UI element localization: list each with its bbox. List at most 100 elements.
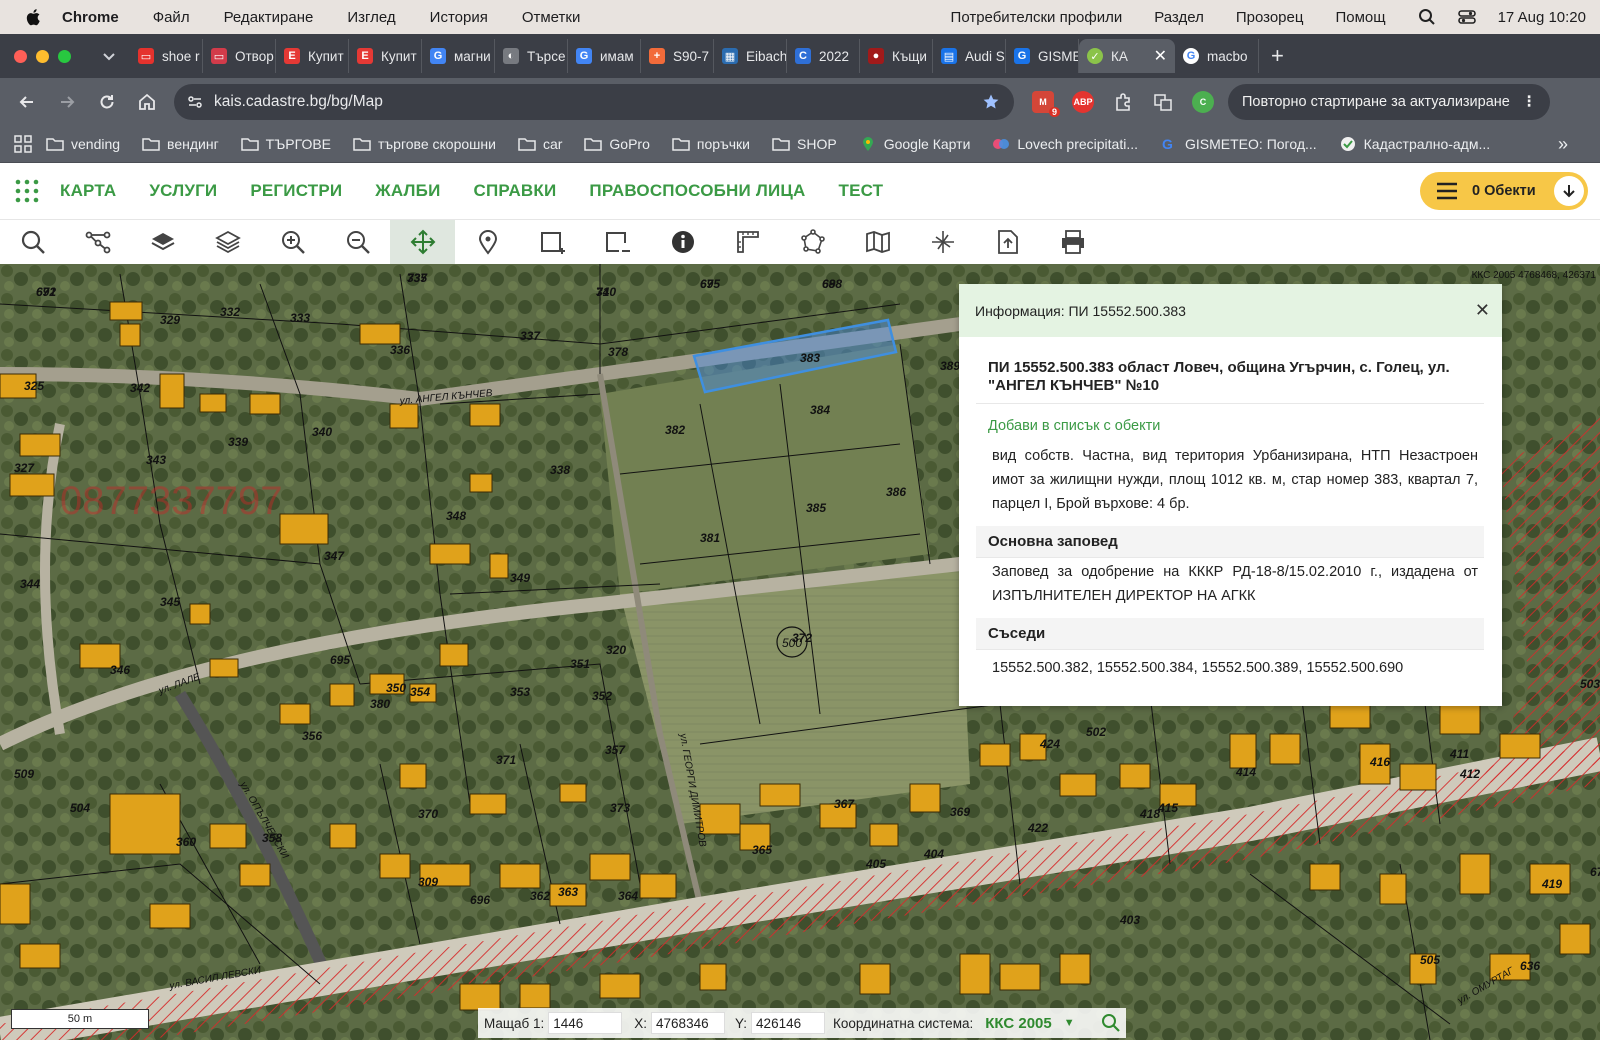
browser-tab[interactable]: G GISME <box>1006 39 1079 73</box>
bookmark-item[interactable]: G GISMETEO: Погод... <box>1160 136 1317 152</box>
map-tool[interactable] <box>845 220 910 264</box>
export-tool[interactable] <box>975 220 1040 264</box>
crosshair-tool[interactable] <box>910 220 975 264</box>
back-button[interactable] <box>16 91 38 113</box>
folder-icon <box>240 138 259 151</box>
add-rect-tool[interactable] <box>520 220 585 264</box>
nav-reports[interactable]: СПРАВКИ <box>474 181 557 201</box>
measure-tool[interactable] <box>715 220 780 264</box>
site-info-icon[interactable] <box>186 93 204 111</box>
remove-rect-tool[interactable] <box>585 220 650 264</box>
bookmark-item[interactable]: Google Карти <box>859 136 970 152</box>
coordinate-search-icon[interactable] <box>1101 1013 1121 1033</box>
bookmark-item[interactable]: Lovech precipitati... <box>992 136 1138 152</box>
browser-tab[interactable]: Gмагни <box>422 39 495 73</box>
menu-help[interactable]: Помощ <box>1335 9 1385 26</box>
print-tool[interactable] <box>1040 220 1105 264</box>
bookmark-item[interactable]: car <box>518 136 562 152</box>
zoom-out-tool[interactable] <box>325 220 390 264</box>
tab-active-cadastre[interactable]: ✓ КА ✕ <box>1079 39 1175 73</box>
gmail-extension-icon[interactable]: M9 <box>1032 91 1060 117</box>
forward-button[interactable] <box>56 91 78 113</box>
apps-grid-icon[interactable] <box>14 135 32 153</box>
layers-tool[interactable] <box>195 220 260 264</box>
browser-tab[interactable]: E Купит <box>276 39 349 73</box>
new-tab-button[interactable]: + <box>1271 43 1284 69</box>
menu-window[interactable]: Прозорец <box>1236 9 1304 26</box>
info-tool[interactable] <box>650 220 715 264</box>
spotlight-search-icon[interactable] <box>1418 8 1436 26</box>
search-tool[interactable] <box>0 220 65 264</box>
menu-bookmarks[interactable]: Отметки <box>522 9 581 26</box>
tab-macbook[interactable]: G macbo <box>1175 39 1259 73</box>
download-arrow-icon[interactable] <box>1554 176 1584 206</box>
nav-complaints[interactable]: ЖАЛБИ <box>375 181 440 201</box>
browser-tab[interactable]: Gимам <box>568 39 641 73</box>
browser-tab[interactable]: ▤ Audi S <box>933 39 1006 73</box>
app-menu-grid-icon[interactable] <box>14 178 40 204</box>
add-to-objects-link[interactable]: Добави в списък с обекти <box>976 404 1484 442</box>
nav-map[interactable]: КАРТА <box>60 181 116 201</box>
reload-button[interactable] <box>96 91 118 113</box>
parcel-number-label: 347 <box>324 549 345 563</box>
scale-input[interactable]: 1446 <box>548 1012 623 1034</box>
parcel-number-label: 695 <box>700 277 720 291</box>
browser-tab[interactable]: ● Къщи <box>860 39 933 73</box>
bookmark-item[interactable]: Кадастрално-адм... <box>1339 136 1490 152</box>
browser-tab[interactable]: ▦ Eibach <box>714 39 787 73</box>
browser-tab[interactable]: C 2022 <box>787 39 860 73</box>
close-panel-icon[interactable]: ✕ <box>1475 300 1490 321</box>
bookmark-item[interactable]: SHOP <box>772 136 837 152</box>
zoom-in-tool[interactable] <box>260 220 325 264</box>
home-button[interactable] <box>136 91 158 113</box>
tab-search-chevron-icon[interactable] <box>102 49 116 63</box>
menu-history[interactable]: История <box>430 9 488 26</box>
minimize-window-button[interactable] <box>36 49 49 63</box>
pan-tool[interactable] <box>390 220 455 264</box>
nav-registers[interactable]: РЕГИСТРИ <box>250 181 342 201</box>
layer-tool[interactable] <box>130 220 195 264</box>
bookmark-item[interactable]: vending <box>46 136 120 152</box>
browser-tab[interactable]: ▭ Отвор <box>203 39 276 73</box>
bookmark-star-icon[interactable] <box>982 93 1000 111</box>
bookmarks-overflow-icon[interactable]: » <box>1558 134 1568 155</box>
menu-view[interactable]: Изглед <box>347 9 395 26</box>
browser-tab[interactable]: ◐ Търсе <box>495 39 568 73</box>
menu-app-chrome[interactable]: Chrome <box>62 9 119 26</box>
nav-licensed-persons[interactable]: ПРАВОСПОСОБНИ ЛИЦА <box>589 181 805 201</box>
menu-edit[interactable]: Редактиране <box>224 9 314 26</box>
browser-tab[interactable]: E Купит <box>349 39 422 73</box>
bookmark-item[interactable]: вендинг <box>142 136 219 152</box>
close-tab-icon[interactable]: ✕ <box>1154 46 1167 66</box>
control-center-icon[interactable] <box>1457 8 1476 26</box>
tree-tool[interactable] <box>65 220 130 264</box>
coord-system-select[interactable]: ККС 2005 <box>985 1015 1051 1032</box>
bookmark-item[interactable]: GoPro <box>584 136 650 152</box>
close-window-button[interactable] <box>14 49 27 63</box>
bookmark-label: car <box>542 136 563 152</box>
bookmark-item[interactable]: поръчки <box>672 136 750 152</box>
polygon-tool[interactable] <box>780 220 845 264</box>
nav-test[interactable]: ТЕСТ <box>839 181 884 201</box>
chrome-menu-icon[interactable]: ⋮ <box>1522 94 1537 110</box>
profile-avatar[interactable]: C <box>1192 91 1214 113</box>
weather-app-icon <box>993 139 1010 149</box>
coord-system-dropdown-icon[interactable]: ▼ <box>1064 1017 1075 1029</box>
adblock-plus-icon[interactable]: ABP <box>1072 91 1094 113</box>
menu-tab[interactable]: Раздел <box>1154 9 1204 26</box>
nav-services[interactable]: УСЛУГИ <box>149 181 217 201</box>
marker-tool[interactable] <box>455 220 520 264</box>
relaunch-to-update-button[interactable]: Повторно стартиране за актуализиране ⋮ <box>1228 84 1551 120</box>
browser-tab[interactable]: ▭ shoe r <box>130 39 203 73</box>
browser-tab[interactable]: + S90-7 <box>641 39 714 73</box>
objects-button[interactable]: 0 Обекти <box>1420 172 1588 210</box>
extensions-puzzle-icon[interactable] <box>1112 91 1134 113</box>
apple-logo-icon[interactable] <box>24 7 44 27</box>
address-bar[interactable]: kais.cadastre.bg/bg/Map <box>174 84 1014 120</box>
bookmark-item[interactable]: търгове скорошни <box>353 136 496 152</box>
menu-profiles[interactable]: Потребителски профили <box>951 9 1123 26</box>
zoom-window-button[interactable] <box>58 49 71 63</box>
bookmark-item[interactable]: ТЪРГОВЕ <box>240 136 331 152</box>
menu-file[interactable]: Файл <box>153 9 190 26</box>
translate-icon[interactable] <box>1152 91 1174 113</box>
